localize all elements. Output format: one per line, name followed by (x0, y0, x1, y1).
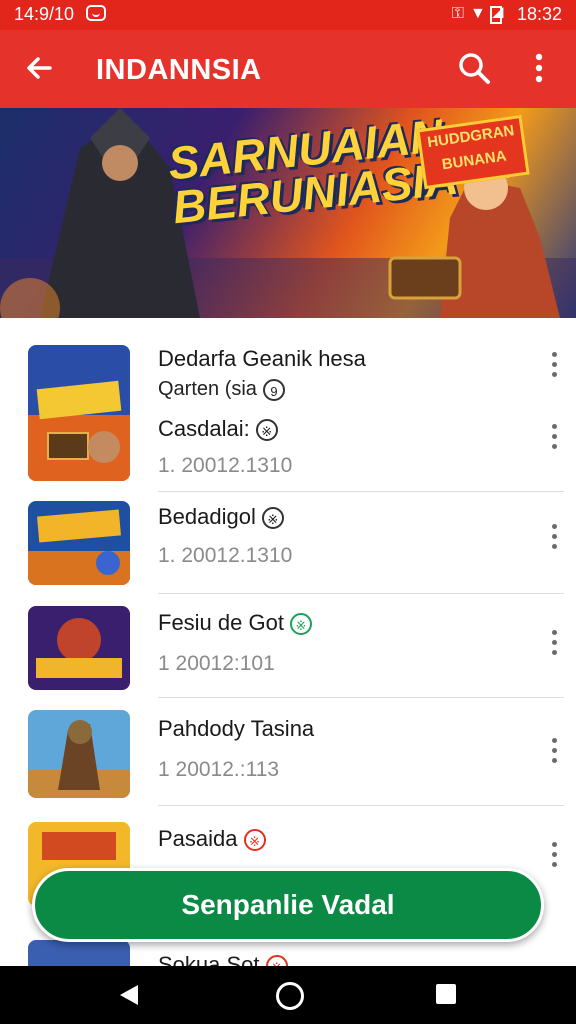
item-version: 1. 20012.1310 (158, 544, 293, 567)
rating-badge-icon: ※ (261, 507, 284, 530)
list-item[interactable]: Fesiu de Got ※ 1 20012:101 (28, 594, 564, 698)
item-version: 1 20012:101 (158, 652, 275, 675)
game-thumbnail (28, 501, 130, 585)
app-bar: INDANNSIA (0, 30, 576, 108)
item-menu-icon[interactable] (550, 842, 558, 872)
nav-home-icon[interactable] (276, 982, 304, 1010)
item-name: Fesiu de Got ※ (158, 610, 312, 636)
rating-badge-icon: ※ (255, 419, 278, 442)
item-name: Pahdody Tasina (158, 716, 315, 741)
item-menu-icon[interactable] (550, 352, 558, 382)
system-nav-bar (0, 966, 576, 1024)
battery-icon (490, 6, 502, 24)
game-thumbnail (28, 345, 130, 481)
item-menu-icon[interactable] (550, 630, 558, 660)
info-badge-icon: 9 (262, 378, 285, 401)
primary-action-button[interactable]: Senpanlie Vadal (32, 868, 544, 942)
rating-badge-icon: ※ (265, 955, 288, 966)
list-item[interactable]: Dedarfa Geanik hesa Qarten (sia 9 Casdala… (28, 336, 564, 492)
nav-back-icon[interactable] (118, 984, 140, 1006)
nav-recents-icon[interactable] (436, 984, 456, 1004)
item-secondary-menu-icon[interactable] (550, 424, 558, 454)
item-menu-icon[interactable] (550, 738, 558, 768)
promo-banner[interactable]: SARNUAIAN BERUNIASIA HUDDGRAN BUNANA (0, 108, 576, 318)
item-name: Bedadigol ※ (158, 504, 284, 530)
status-bar: 14:9/10 ⚿▼◢ 18:32 (0, 0, 576, 30)
item-name: Sokua Sot※ (158, 952, 288, 966)
list-item[interactable]: Bedadigol ※ 1. 20012.1310 (28, 492, 564, 594)
search-icon[interactable] (454, 48, 494, 88)
game-thumbnail (28, 940, 130, 966)
status-time-left: 14:9/10 (14, 4, 75, 24)
verified-badge-icon: ※ (289, 613, 312, 636)
status-time-right: 18:32 (516, 4, 562, 24)
list-item[interactable]: Pahdody Tasina 1 20012.:113 (28, 698, 564, 806)
item-name: Dedarfa Geanik hesa (158, 346, 366, 371)
item-version: 1 20012.:113 (158, 758, 280, 781)
page-title: INDANNSIA (96, 54, 262, 86)
back-arrow-icon[interactable] (20, 48, 60, 88)
item-menu-icon[interactable] (550, 524, 558, 554)
game-thumbnail (28, 710, 130, 798)
item-developer: Casdalai: ※ (158, 416, 278, 442)
more-options-icon[interactable] (522, 48, 556, 88)
game-thumbnail (28, 606, 130, 690)
item-name: Pasaida ※ (158, 826, 266, 852)
notification-icon (86, 5, 106, 21)
item-subtitle: Qarten (sia 9 (158, 378, 285, 401)
rating-badge-icon: ※ (243, 829, 266, 852)
item-version: 1. 20012.1310 (158, 454, 293, 477)
